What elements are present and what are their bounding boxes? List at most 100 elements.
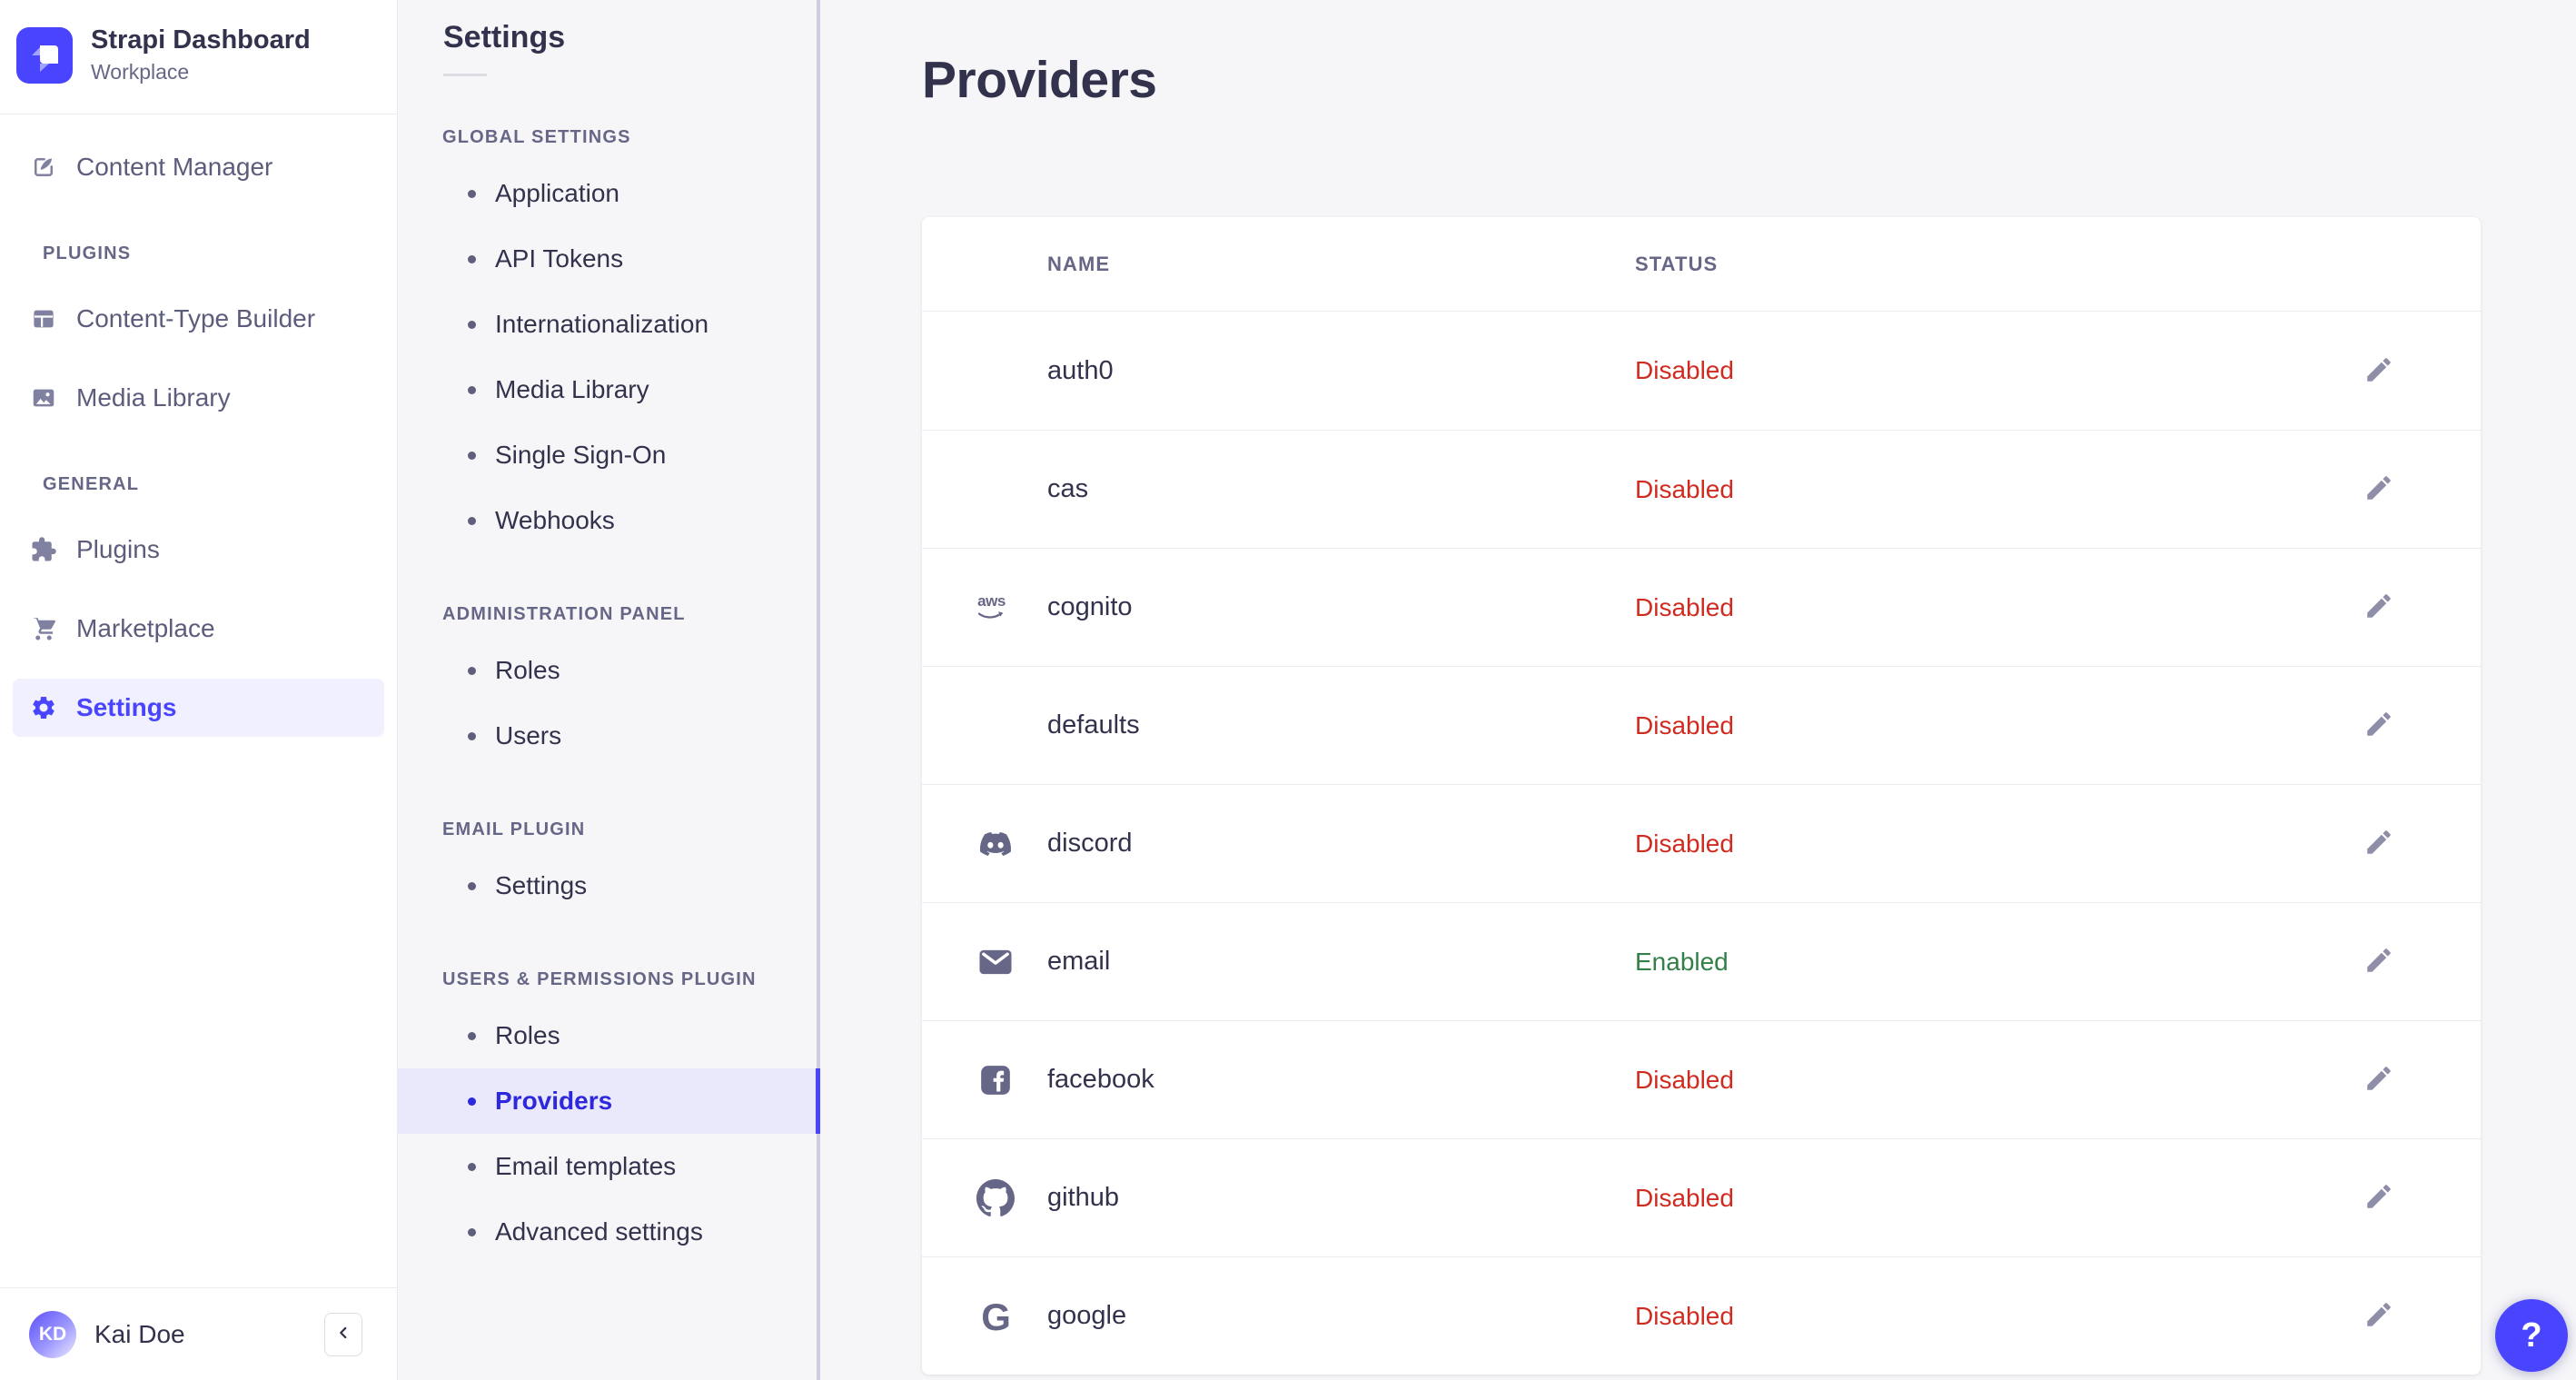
content-manager-icon bbox=[30, 154, 57, 181]
table-row: facebook Disabled bbox=[922, 1020, 2481, 1138]
table-row: github Disabled bbox=[922, 1138, 2481, 1256]
subnav-section-global-settings: GLOBAL SETTINGS bbox=[442, 127, 631, 147]
media-library-icon bbox=[30, 384, 57, 412]
edit-provider-button[interactable] bbox=[2359, 706, 2399, 746]
pencil-icon bbox=[2363, 1299, 2394, 1333]
sidebar-item-label: Content-Type Builder bbox=[76, 304, 316, 333]
subnav-item-advanced-settings[interactable]: Advanced settings bbox=[398, 1199, 820, 1265]
subnav-item-up-roles[interactable]: Roles bbox=[398, 1003, 820, 1068]
table-row: aws cognito Disabled bbox=[922, 548, 2481, 666]
subnav-item-providers[interactable]: Providers bbox=[398, 1068, 820, 1134]
edit-provider-button[interactable] bbox=[2359, 1060, 2399, 1100]
content-type-builder-icon bbox=[30, 305, 57, 333]
table-row: auth0 Disabled bbox=[922, 312, 2481, 430]
provider-name: email bbox=[1047, 947, 1111, 976]
subnav-item-api-tokens[interactable]: API Tokens bbox=[398, 226, 820, 292]
subnav-item-single-sign-on[interactable]: Single Sign-On bbox=[398, 422, 820, 488]
sidebar-item-content-type-builder[interactable]: Content-Type Builder bbox=[13, 290, 384, 348]
edit-provider-button[interactable] bbox=[2359, 588, 2399, 628]
app-title: Strapi Dashboard bbox=[91, 25, 311, 55]
subnav-item-admin-users[interactable]: Users bbox=[398, 703, 820, 769]
subnav-title-divider bbox=[443, 74, 487, 76]
facebook-icon bbox=[975, 1062, 1016, 1098]
sidebar-section-plugins: PLUGINS bbox=[43, 243, 132, 263]
provider-status: Enabled bbox=[1635, 947, 1729, 976]
subnav-item-webhooks[interactable]: Webhooks bbox=[398, 488, 820, 553]
bullet-icon bbox=[468, 731, 476, 740]
main-content: Providers NAME STATUS auth0 Disabled cas… bbox=[820, 0, 2576, 1380]
subnav-item-media-library[interactable]: Media Library bbox=[398, 357, 820, 422]
sidebar-section-general: GENERAL bbox=[43, 474, 140, 494]
edit-provider-button[interactable] bbox=[2359, 942, 2399, 982]
bullet-icon bbox=[468, 1097, 476, 1106]
subnav-item-email-settings[interactable]: Settings bbox=[398, 853, 820, 918]
subnav-section-email-plugin: EMAIL PLUGIN bbox=[442, 819, 586, 839]
marketplace-cart-icon bbox=[30, 615, 57, 642]
provider-status: Disabled bbox=[1635, 829, 1734, 858]
aws-icon: aws bbox=[975, 591, 1016, 624]
bullet-icon bbox=[468, 320, 476, 329]
provider-name: cognito bbox=[1047, 592, 1133, 621]
bullet-icon bbox=[468, 189, 476, 198]
email-envelope-icon bbox=[975, 943, 1016, 981]
provider-name: cas bbox=[1047, 474, 1089, 503]
sidebar-item-label: Media Library bbox=[76, 383, 231, 412]
provider-name: discord bbox=[1047, 829, 1133, 858]
bullet-icon bbox=[468, 1031, 476, 1040]
main-sidebar: Strapi Dashboard Workplace Content Manag… bbox=[0, 0, 398, 1380]
table-row: discord Disabled bbox=[922, 784, 2481, 902]
table-row: defaults Disabled bbox=[922, 666, 2481, 784]
question-mark-icon: ? bbox=[2521, 1315, 2542, 1355]
pencil-icon bbox=[2363, 1063, 2394, 1097]
table-row: cas Disabled bbox=[922, 430, 2481, 548]
strapi-logo-icon bbox=[16, 26, 73, 84]
edit-provider-button[interactable] bbox=[2359, 1178, 2399, 1218]
github-icon bbox=[975, 1178, 1016, 1217]
subnav-item-email-templates[interactable]: Email templates bbox=[398, 1134, 820, 1199]
provider-status: Disabled bbox=[1635, 592, 1734, 621]
edit-provider-button[interactable] bbox=[2359, 351, 2399, 391]
sidebar-item-marketplace[interactable]: Marketplace bbox=[13, 600, 384, 658]
avatar: KD bbox=[29, 1310, 76, 1358]
bullet-icon bbox=[468, 516, 476, 525]
table-header: NAME STATUS bbox=[922, 217, 2481, 312]
pencil-icon bbox=[2363, 354, 2394, 388]
subnav-item-application[interactable]: Application bbox=[398, 161, 820, 226]
providers-table: NAME STATUS auth0 Disabled cas Disabled bbox=[922, 217, 2481, 1375]
subnav-item-internationalization[interactable]: Internationalization bbox=[398, 292, 820, 357]
sidebar-item-label: Plugins bbox=[76, 535, 160, 563]
discord-icon bbox=[975, 829, 1016, 859]
sidebar-item-label: Marketplace bbox=[76, 614, 215, 642]
edit-provider-button[interactable] bbox=[2359, 1296, 2399, 1336]
subnav-section-administration-panel: ADMINISTRATION PANEL bbox=[442, 604, 686, 624]
provider-status: Disabled bbox=[1635, 474, 1734, 503]
pencil-icon bbox=[2363, 827, 2394, 860]
pencil-icon bbox=[2363, 709, 2394, 742]
subnav-item-admin-roles[interactable]: Roles bbox=[398, 638, 820, 703]
settings-gear-icon bbox=[30, 694, 57, 721]
subnav-title: Settings bbox=[443, 20, 566, 55]
workspace-brand[interactable]: Strapi Dashboard Workplace bbox=[0, 0, 397, 114]
bullet-icon bbox=[468, 1227, 476, 1236]
sidebar-item-settings[interactable]: Settings bbox=[13, 679, 384, 737]
provider-name: facebook bbox=[1047, 1065, 1154, 1094]
bullet-icon bbox=[468, 385, 476, 394]
bullet-icon bbox=[468, 881, 476, 890]
svg-text:aws: aws bbox=[977, 592, 1006, 610]
bullet-icon bbox=[468, 254, 476, 263]
help-button[interactable]: ? bbox=[2495, 1299, 2568, 1372]
edit-provider-button[interactable] bbox=[2359, 470, 2399, 510]
sidebar-item-label: Settings bbox=[76, 693, 177, 721]
subnav-section-users-permissions: USERS & PERMISSIONS PLUGIN bbox=[442, 969, 757, 989]
user-zone: KD Kai Doe bbox=[0, 1287, 397, 1380]
pencil-icon bbox=[2363, 472, 2394, 506]
provider-name: auth0 bbox=[1047, 355, 1114, 385]
pencil-icon bbox=[2363, 591, 2394, 624]
provider-status: Disabled bbox=[1635, 1183, 1734, 1212]
sidebar-item-plugins[interactable]: Plugins bbox=[13, 521, 384, 579]
sidebar-item-content-manager[interactable]: Content Manager bbox=[13, 138, 384, 196]
chevron-left-icon bbox=[333, 1323, 353, 1345]
edit-provider-button[interactable] bbox=[2359, 824, 2399, 864]
collapse-sidebar-button[interactable] bbox=[324, 1312, 362, 1356]
sidebar-item-media-library[interactable]: Media Library bbox=[13, 369, 384, 427]
